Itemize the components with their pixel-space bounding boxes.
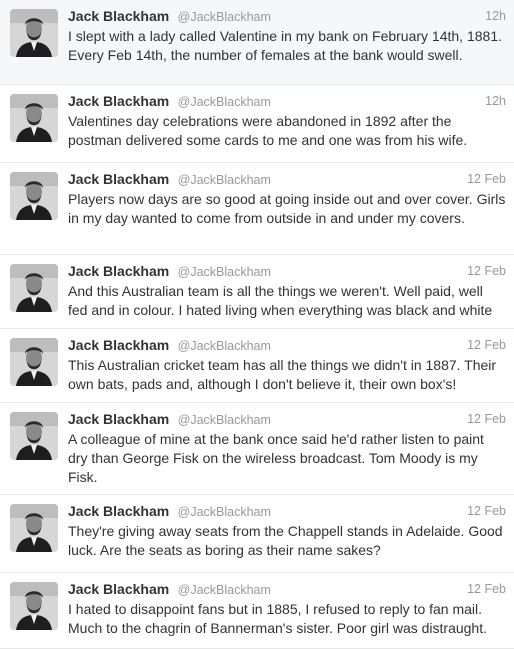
portrait-photo-icon xyxy=(10,94,58,142)
tweet-content: Jack Blackham @JackBlackham 12 Feb I hat… xyxy=(68,580,506,638)
author-handle[interactable]: @JackBlackham xyxy=(178,95,271,109)
author-name[interactable]: Jack Blackham xyxy=(68,337,169,353)
avatar[interactable] xyxy=(10,582,58,630)
avatar[interactable] xyxy=(10,9,58,57)
tweet-item[interactable]: Jack Blackham @JackBlackham 12h I slept … xyxy=(0,0,514,85)
tweet-item[interactable]: Jack Blackham @JackBlackham 12 Feb This … xyxy=(0,329,514,403)
portrait-photo-icon xyxy=(10,338,58,386)
author-name[interactable]: Jack Blackham xyxy=(68,581,169,597)
tweet-content: Jack Blackham @JackBlackham 12h Valentin… xyxy=(68,92,506,150)
tweet-content: Jack Blackham @JackBlackham 12 Feb A col… xyxy=(68,410,506,487)
tweet-text: Valentines day celebrations were abandon… xyxy=(68,113,468,148)
portrait-photo-icon xyxy=(10,9,58,57)
author-handle[interactable]: @JackBlackham xyxy=(178,339,271,353)
tweet-timestamp[interactable]: 12 Feb xyxy=(467,336,506,354)
tweet-content: Jack Blackham @JackBlackham 12 Feb They'… xyxy=(68,502,506,560)
tweet-item[interactable]: Jack Blackham @JackBlackham 12 Feb I hat… xyxy=(0,573,514,649)
tweet-header: Jack Blackham @JackBlackham 12 Feb xyxy=(68,502,506,520)
tweet-item[interactable]: Jack Blackham @JackBlackham 12 Feb And t… xyxy=(0,255,514,329)
author-name[interactable]: Jack Blackham xyxy=(68,411,169,427)
portrait-photo-icon xyxy=(10,264,58,312)
tweet-content: Jack Blackham @JackBlackham 12h I slept … xyxy=(68,7,506,65)
tweet-content: Jack Blackham @JackBlackham 12 Feb And t… xyxy=(68,262,506,320)
author-handle[interactable]: @JackBlackham xyxy=(178,413,271,427)
author-handle[interactable]: @JackBlackham xyxy=(178,265,271,279)
tweet-text: And this Australian team is all the thin… xyxy=(68,283,493,318)
author-name[interactable]: Jack Blackham xyxy=(68,8,169,24)
portrait-photo-icon xyxy=(10,504,58,552)
tweet-item[interactable]: Jack Blackham @JackBlackham 12 Feb A col… xyxy=(0,403,514,495)
tweet-text: A colleague of mine at the bank once sai… xyxy=(68,431,484,485)
tweet-timestamp[interactable]: 12h xyxy=(485,7,506,25)
tweet-timestamp[interactable]: 12 Feb xyxy=(467,502,506,520)
tweet-timestamp[interactable]: 12 Feb xyxy=(467,410,506,428)
author-name[interactable]: Jack Blackham xyxy=(68,503,169,519)
author-handle[interactable]: @JackBlackham xyxy=(178,505,271,519)
tweet-feed: Jack Blackham @JackBlackham 12h I slept … xyxy=(0,0,514,649)
author-handle[interactable]: @JackBlackham xyxy=(178,583,271,597)
tweet-text: This Australian cricket team has all the… xyxy=(68,357,497,392)
tweet-header: Jack Blackham @JackBlackham 12 Feb xyxy=(68,170,506,188)
tweet-header: Jack Blackham @JackBlackham 12 Feb xyxy=(68,262,506,280)
tweet-header: Jack Blackham @JackBlackham 12 Feb xyxy=(68,336,506,354)
tweet-text: Players now days are so good at going in… xyxy=(68,191,506,226)
tweet-timestamp[interactable]: 12 Feb xyxy=(467,262,506,280)
author-name[interactable]: Jack Blackham xyxy=(68,171,169,187)
tweet-content: Jack Blackham @JackBlackham 12 Feb This … xyxy=(68,336,506,394)
author-handle[interactable]: @JackBlackham xyxy=(178,173,271,187)
tweet-header: Jack Blackham @JackBlackham 12h xyxy=(68,92,506,110)
avatar[interactable] xyxy=(10,94,58,142)
tweet-header: Jack Blackham @JackBlackham 12 Feb xyxy=(68,410,506,428)
avatar[interactable] xyxy=(10,172,58,220)
tweet-timestamp[interactable]: 12 Feb xyxy=(467,580,506,598)
tweet-timestamp[interactable]: 12h xyxy=(485,92,506,110)
tweet-text: I slept with a lady called Valentine in … xyxy=(68,28,502,63)
tweet-item[interactable]: Jack Blackham @JackBlackham 12 Feb They'… xyxy=(0,495,514,573)
tweet-text: They're giving away seats from the Chapp… xyxy=(68,523,503,558)
tweet-timestamp[interactable]: 12 Feb xyxy=(467,170,506,188)
portrait-photo-icon xyxy=(10,172,58,220)
author-name[interactable]: Jack Blackham xyxy=(68,263,169,279)
author-name[interactable]: Jack Blackham xyxy=(68,93,169,109)
avatar[interactable] xyxy=(10,338,58,386)
avatar[interactable] xyxy=(10,264,58,312)
avatar[interactable] xyxy=(10,504,58,552)
portrait-photo-icon xyxy=(10,582,58,630)
tweet-item[interactable]: Jack Blackham @JackBlackham 12h Valentin… xyxy=(0,85,514,163)
tweet-item[interactable]: Jack Blackham @JackBlackham 12 Feb Playe… xyxy=(0,163,514,255)
tweet-content: Jack Blackham @JackBlackham 12 Feb Playe… xyxy=(68,170,506,228)
tweet-header: Jack Blackham @JackBlackham 12h xyxy=(68,7,506,25)
portrait-photo-icon xyxy=(10,412,58,460)
tweet-header: Jack Blackham @JackBlackham 12 Feb xyxy=(68,580,506,598)
author-handle[interactable]: @JackBlackham xyxy=(178,10,271,24)
tweet-text: I hated to disappoint fans but in 1885, … xyxy=(68,601,487,636)
avatar[interactable] xyxy=(10,412,58,460)
